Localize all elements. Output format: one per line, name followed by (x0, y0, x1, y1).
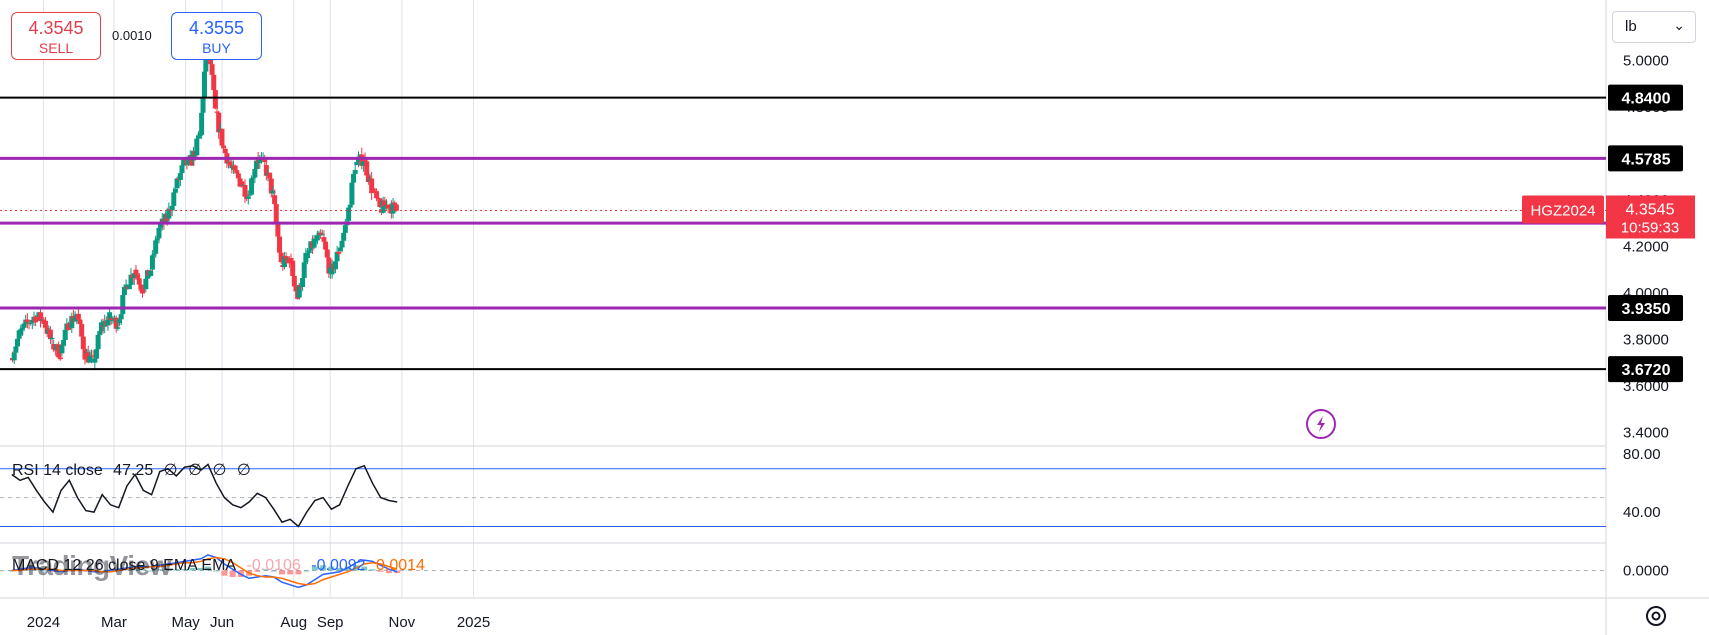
buy-price: 4.3555 (188, 18, 245, 38)
price-tick-label: 4.2000 (1623, 238, 1669, 255)
candle-body (291, 275, 297, 287)
candle-body (267, 172, 273, 179)
unit-value: lb (1625, 18, 1637, 35)
candle-body (200, 97, 206, 113)
candle-body (314, 235, 320, 241)
level-price-label: 4.5785 (1622, 151, 1671, 168)
countdown-label: 10:59:33 (1621, 219, 1679, 236)
candles (10, 28, 399, 369)
rsi-extra-4: ∅ (236, 462, 251, 479)
rsi-value: 47.25 (113, 462, 154, 479)
chevron-down-icon: ⌄ (1673, 17, 1685, 33)
candle-body (352, 170, 358, 174)
price-tick-label: 5.0000 (1623, 52, 1669, 69)
rsi-extra-3: ∅ (212, 462, 227, 479)
candle-body (49, 337, 55, 340)
sell-button[interactable]: 4.3545 SELL (11, 12, 101, 60)
grid (42, 0, 475, 597)
candle-body (392, 202, 398, 205)
unit-select[interactable]: lb ⌄ (1612, 11, 1696, 43)
candle-body (211, 74, 217, 91)
buy-button[interactable]: 4.3555 BUY (171, 12, 262, 60)
levels: 4.84004.57854.30003.93503.6720 (0, 84, 1683, 383)
time-tick-label: Jun (210, 614, 234, 631)
candle-body (301, 262, 307, 279)
candle-body (222, 148, 228, 154)
macd-tick-label: 0.0000 (1623, 563, 1669, 580)
level-price-label: 4.8400 (1622, 91, 1671, 108)
level-price-label: 3.9350 (1622, 301, 1671, 318)
rsi-tick-label: 40.00 (1623, 504, 1661, 521)
time-tick-label: Sep (317, 614, 344, 631)
sell-price: 4.3545 (28, 18, 84, 38)
buy-label: BUY (202, 40, 231, 56)
candle-body (364, 161, 370, 176)
rsi-legend[interactable]: RSI 14 close 47.25 ∅ ∅ ∅ ∅ (12, 460, 257, 480)
price-tick-label: 3.4000 (1623, 424, 1669, 441)
candle-body (290, 260, 296, 276)
chart-area[interactable]: 5.00004.80004.60004.40004.20004.00003.80… (0, 0, 1709, 635)
time-tick-label: May (171, 614, 200, 631)
level-price-label: 3.6720 (1622, 362, 1671, 379)
settings-icon[interactable] (1643, 603, 1669, 629)
candle-body (393, 204, 399, 211)
macd-hist-value: -0.0106 (246, 557, 301, 574)
macd-legend[interactable]: MACD 12 26 close 9 EMA EMA -0.0106 -0.00… (12, 557, 431, 575)
rsi-name: RSI 14 close (12, 462, 103, 479)
symbol-label: HGZ2024 (1530, 202, 1595, 219)
candle-body (245, 196, 251, 199)
macd-signal-value: 0.0014 (375, 557, 425, 574)
candle-body (219, 128, 225, 146)
time-tick-label: 2025 (457, 614, 490, 631)
candle-body (79, 324, 85, 337)
time-tick-label: 2024 (27, 614, 60, 631)
candle-body (332, 261, 338, 270)
candle-body (349, 182, 355, 205)
time-tick-label: Mar (101, 614, 127, 631)
candle-body (57, 357, 63, 360)
rsi-extra-1: ∅ (163, 462, 178, 479)
rsi-tick-label: 80.00 (1623, 446, 1661, 463)
macd-value: -0.0092 (311, 557, 366, 574)
rsi-extra-2: ∅ (188, 462, 202, 479)
candle-body (336, 251, 342, 254)
time-tick-label: Aug (280, 614, 307, 631)
time-tick-label: Nov (389, 614, 416, 631)
candle-body (195, 136, 201, 139)
spread-value: 0.0010 (112, 28, 152, 43)
candle-body (115, 327, 121, 329)
last-price-label: 4.3545 (1626, 201, 1675, 218)
macd-name: MACD 12 26 close 9 EMA EMA (12, 557, 237, 574)
sell-label: SELL (38, 40, 74, 56)
price-tick-label: 3.8000 (1623, 331, 1669, 348)
candle-body (235, 173, 241, 179)
candle-body (346, 207, 352, 221)
